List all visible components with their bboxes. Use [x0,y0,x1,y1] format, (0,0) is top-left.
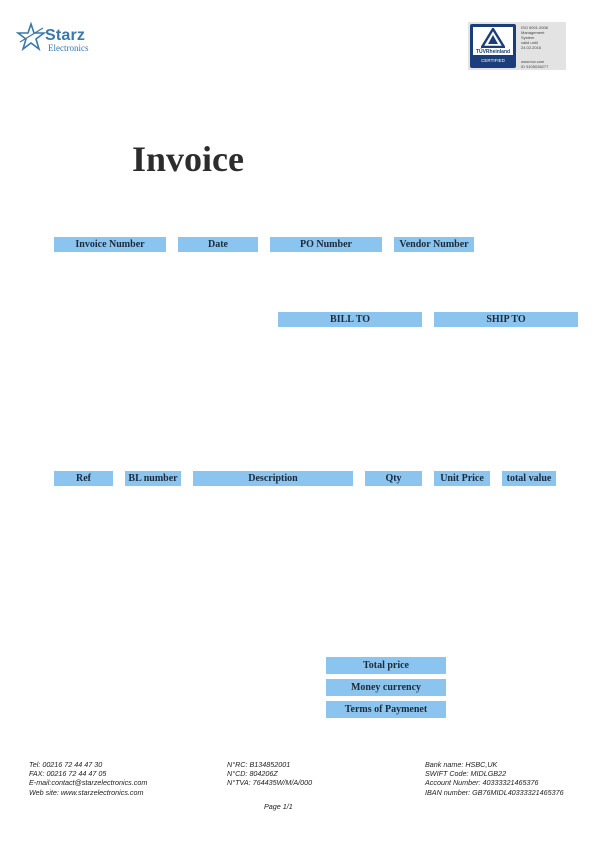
header-po-number: PO Number [270,237,382,252]
header-description: Description [193,471,353,486]
footer-contact: Tel: 00216 72 44 47 30 FAX: 00216 72 44 … [29,760,147,797]
footer-rc: N°RC: B134852001 [227,760,291,769]
footer-email: E-mail:contact@starzelectronics.com [29,778,148,788]
header-date: Date [178,237,258,252]
cert-details: ISO 9001:2008 Management System valid un… [521,25,565,50]
document-title: Invoice [132,139,244,179]
header-vendor-number: Vendor Number [394,237,474,252]
footer-fax: FAX: 00216 72 44 47 05 [29,769,107,779]
brand-subtitle: Electronics [48,43,89,53]
header-total-value: total value [502,471,556,486]
starz-star-logo-icon [16,22,46,52]
footer-tel: Tel: 00216 72 44 47 30 [29,760,103,769]
header-invoice-number: Invoice Number [54,237,166,252]
label-total-price: Total price [326,657,446,674]
cert-contact: www.tuv.com ID 9105036277 [521,59,565,69]
footer-iban: IBAN number: GB76MIDL40333321465376 [425,787,564,797]
cert-line: ID 9105036277 [521,64,549,69]
footer-cd: N°CD: 804206Z [227,769,278,779]
footer-swift: SWIFT Code: MIDLGB22 [425,769,507,779]
label-terms-of-payment: Terms of Paymenet [326,701,446,718]
header-bill-to: BILL TO [278,312,422,327]
header-ref: Ref [54,471,113,486]
tuv-brand: TÜVRheinland [475,49,511,55]
header-qty: Qty [365,471,422,486]
footer-bank: Bank name: HSBC,UK SWIFT Code: MIDLGB22 … [425,760,564,797]
footer-account: Account Number: 40333321465376 [425,778,539,788]
tuv-certified-label: CERTIFIED [481,58,505,63]
page-number: Page 1/1 [264,802,293,811]
header-bl-number: BL number [125,471,181,486]
footer-website: Web site: www.starzelectronics.com [29,787,144,797]
footer-tva: N°TVA: 764435W/M/A/000 [227,778,313,788]
header-ship-to: SHIP TO [434,312,578,327]
header-unit-price: Unit Price [434,471,490,486]
tuv-triangle-icon [481,28,505,48]
cert-line: 24.02.2016 [521,45,542,50]
footer-registry: N°RC: B134852001 N°CD: 804206Z N°TVA: 76… [227,760,312,788]
footer-bank-name: Bank name: HSBC,UK [425,760,498,769]
label-money-currency: Money currency [326,679,446,696]
